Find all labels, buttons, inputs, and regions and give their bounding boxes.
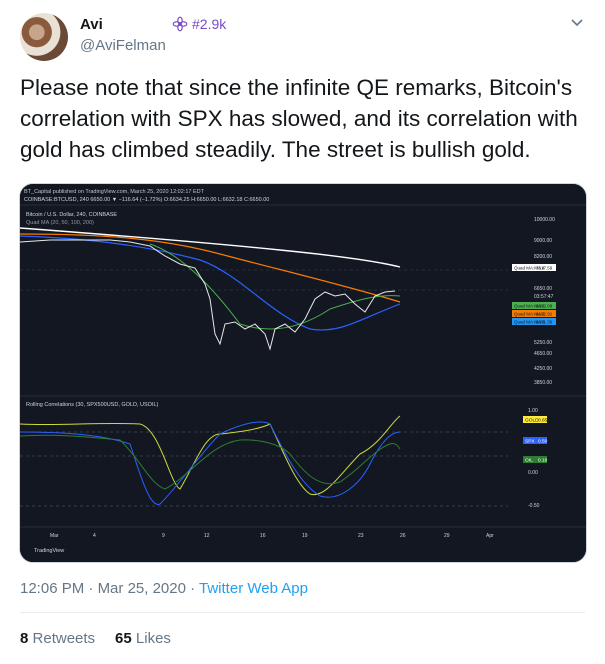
flower-icon <box>172 16 188 32</box>
x-tick: 19 <box>302 533 308 539</box>
price-panel-title: Bitcoin / U.S. Dollar, 240, COINBASE <box>26 212 117 218</box>
ma-value: 6382.09 <box>536 304 553 309</box>
price-tick: 5250.00 <box>534 340 552 346</box>
x-tick: 26 <box>400 533 406 539</box>
corr-tick: 1.00 <box>528 408 538 414</box>
x-tick: 12 <box>204 533 210 539</box>
tweet-stats: 8 Retweets 65 Likes <box>20 630 171 647</box>
ma-value: 6192.91 <box>536 312 553 317</box>
corr-label: OIL <box>525 458 533 464</box>
media-header-line2: COINBASE:BTCUSD, 240 6650.00 ▼ −116.64 (… <box>24 197 269 203</box>
retweets-count: 8 <box>20 630 29 647</box>
meta-separator: · <box>185 580 200 597</box>
price-tick: 4650.00 <box>534 351 552 357</box>
x-tick: Apr <box>486 533 494 539</box>
x-tick: 16 <box>260 533 266 539</box>
price-tick: 4250.00 <box>534 366 552 372</box>
tweet-date[interactable]: Mar 25, 2020 <box>98 580 186 597</box>
x-tick: 9 <box>162 533 165 539</box>
x-tick: 23 <box>358 533 364 539</box>
price-tick: 6650.00 <box>534 286 552 292</box>
corr-value: 0.50 <box>538 439 548 445</box>
tweet-time[interactable]: 12:06 PM <box>20 580 84 597</box>
price-tick: 8200.00 <box>534 254 552 260</box>
x-tick: 4 <box>93 533 96 539</box>
corr-value: 0.18 <box>538 458 548 464</box>
price-tick: 03:57:47 <box>534 294 554 300</box>
price-panel-subtitle: Quad MA (20, 50, 100, 200) <box>26 220 94 226</box>
corr-value: 0.85 <box>538 418 548 424</box>
corr-labels: GOLD 0.85 SPX 0.50 OIL 0.18 <box>523 416 548 464</box>
corr-label: GOLD <box>525 418 539 424</box>
retweets-stat[interactable]: 8 Retweets <box>20 630 95 647</box>
tweet-meta: 12:06 PM · Mar 25, 2020 · Twitter Web Ap… <box>20 580 308 597</box>
ma-value: 6091.36 <box>536 320 553 325</box>
corr-tick: -0.50 <box>528 503 540 509</box>
price-tick: 10000.00 <box>534 217 555 223</box>
price-tick: 9000.00 <box>534 238 552 244</box>
likes-label: Likes <box>135 630 171 647</box>
retweets-label: Retweets <box>32 630 96 647</box>
x-tick: Mar <box>50 533 59 539</box>
badge: #2.9k <box>172 16 226 32</box>
likes-count: 65 <box>115 630 132 647</box>
corr-tick: 0.00 <box>528 470 538 476</box>
avatar[interactable] <box>20 13 68 61</box>
tweet-text: Please note that since the infinite QE r… <box>20 75 578 162</box>
divider <box>20 612 585 613</box>
ma-value: 7617.59 <box>536 266 553 271</box>
corr-panel-title: Rolling Correlations (30, SPX500USD, GOL… <box>26 402 159 408</box>
author-handle[interactable]: @AviFelman <box>80 37 166 54</box>
meta-separator: · <box>84 580 98 597</box>
likes-stat[interactable]: 65 Likes <box>115 630 171 647</box>
chart-image[interactable]: BT_Capital published on TradingView.com,… <box>19 183 587 563</box>
badge-text: #2.9k <box>192 16 227 32</box>
chevron-down-icon[interactable] <box>569 14 585 30</box>
media-header-line1: BT_Capital published on TradingView.com,… <box>24 189 205 195</box>
x-tick: 29 <box>444 533 450 539</box>
tradingview-logo: TradingView <box>34 548 64 554</box>
corr-label: SPX <box>525 439 535 445</box>
author-name[interactable]: Avi <box>80 16 103 33</box>
price-tick: 3850.00 <box>534 380 552 386</box>
tweet-source-app[interactable]: Twitter Web App <box>199 580 308 597</box>
